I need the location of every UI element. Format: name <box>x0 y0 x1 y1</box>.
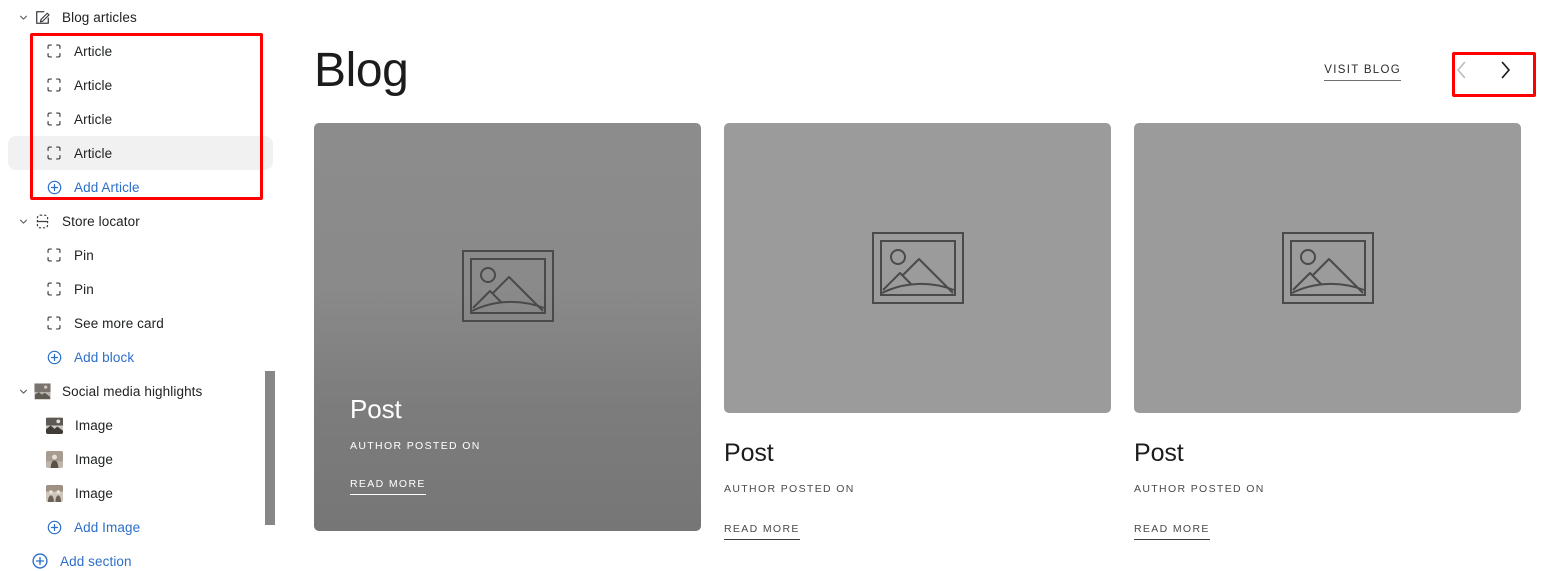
image-placeholder-icon <box>1281 232 1374 304</box>
theme-editor-screen: Blog articles Article Article Article Ar… <box>0 0 1542 571</box>
post-content: Post AUTHOR POSTED ON READ MORE <box>1134 413 1521 540</box>
add-block-button[interactable]: Add block <box>8 340 273 374</box>
sidebar-section-social-media-highlights[interactable]: Social media highlights <box>8 374 273 408</box>
carousel-prev-button[interactable] <box>1447 56 1475 86</box>
read-more-link[interactable]: READ MORE <box>350 478 426 495</box>
sidebar-section-label: Blog articles <box>62 9 137 25</box>
read-more-link[interactable]: READ MORE <box>1134 523 1210 540</box>
post-overlay-content: Post AUTHOR POSTED ON READ MORE <box>350 393 677 495</box>
sidebar-block-label: Pin <box>74 281 94 297</box>
read-more-link[interactable]: READ MORE <box>724 523 800 540</box>
sidebar-block-label: Image <box>75 451 114 467</box>
add-image-label: Add Image <box>74 519 141 535</box>
image-placeholder-icon <box>871 232 964 304</box>
block-icon <box>46 315 62 331</box>
post-title: Post <box>1134 439 1184 467</box>
photo-thumbnail-icon <box>46 484 63 502</box>
chevron-down-icon[interactable] <box>14 382 32 400</box>
sidebar-block-article-1[interactable]: Article <box>8 34 273 68</box>
add-section-label: Add section <box>60 553 132 569</box>
post-title: Post <box>724 439 774 467</box>
sidebar-scrollbar-thumb[interactable] <box>265 371 275 525</box>
add-section-button[interactable]: Add section <box>8 544 273 571</box>
sidebar-block-label: Pin <box>74 247 94 263</box>
sidebar-section-blog-articles[interactable]: Blog articles <box>8 0 273 34</box>
blog-header-actions: VISIT BLOG <box>1324 56 1519 86</box>
sidebar-block-label: Image <box>75 417 114 433</box>
post-content: Post AUTHOR POSTED ON READ MORE <box>724 413 1111 540</box>
block-icon <box>46 43 62 59</box>
add-article-button[interactable]: Add Article <box>8 170 273 204</box>
sidebar-block-image-2[interactable]: Image <box>8 442 273 476</box>
plus-circle-icon <box>32 553 48 569</box>
plus-circle-icon <box>46 349 62 365</box>
block-icon <box>46 145 62 161</box>
sidebar-block-image-3[interactable]: Image <box>8 476 273 510</box>
blog-section-header: Blog VISIT BLOG <box>314 40 1519 102</box>
sections-sidebar: Blog articles Article Article Article Ar… <box>0 0 281 571</box>
add-block-label: Add block <box>74 349 135 365</box>
sidebar-block-article-4[interactable]: Article <box>8 136 273 170</box>
add-image-button[interactable]: Add Image <box>8 510 273 544</box>
sidebar-block-label: Article <box>74 111 113 127</box>
chevron-left-icon <box>1453 59 1470 84</box>
blog-post-card[interactable]: Post AUTHOR POSTED ON READ MORE <box>724 123 1111 540</box>
sidebar-block-pin-1[interactable]: Pin <box>8 238 273 272</box>
post-image-placeholder <box>1134 123 1521 413</box>
block-icon <box>46 281 62 297</box>
sidebar-block-image-1[interactable]: Image <box>8 408 273 442</box>
carousel-next-button[interactable] <box>1491 56 1519 86</box>
post-image-placeholder: Post AUTHOR POSTED ON READ MORE <box>314 123 701 531</box>
post-meta: AUTHOR POSTED ON <box>350 440 481 452</box>
chevron-down-icon[interactable] <box>14 8 32 26</box>
block-icon <box>46 111 62 127</box>
blog-posts-carousel: Post AUTHOR POSTED ON READ MORE Post AUT… <box>314 123 1521 540</box>
chevron-right-icon <box>1497 59 1514 84</box>
sidebar-section-label: Social media highlights <box>62 383 203 399</box>
post-meta: AUTHOR POSTED ON <box>1134 483 1265 495</box>
sidebar-block-pin-2[interactable]: Pin <box>8 272 273 306</box>
add-article-label: Add Article <box>74 179 140 195</box>
plus-circle-icon <box>46 179 62 195</box>
blog-post-card[interactable]: Post AUTHOR POSTED ON READ MORE <box>1134 123 1521 540</box>
sidebar-block-see-more-card[interactable]: See more card <box>8 306 273 340</box>
store-locator-icon <box>32 211 52 231</box>
sidebar-block-label: Image <box>75 485 114 501</box>
block-icon <box>46 247 62 263</box>
sidebar-block-article-2[interactable]: Article <box>8 68 273 102</box>
sidebar-block-label: See more card <box>74 315 164 331</box>
photo-thumbnail-icon <box>46 416 63 434</box>
photo-thumbnail-icon <box>32 381 52 401</box>
sidebar-block-label: Article <box>74 43 113 59</box>
sidebar-block-label: Article <box>74 77 113 93</box>
post-meta: AUTHOR POSTED ON <box>724 483 855 495</box>
page-title: Blog <box>314 44 409 97</box>
section-tree: Blog articles Article Article Article Ar… <box>0 0 281 571</box>
chevron-down-icon[interactable] <box>14 212 32 230</box>
photo-thumbnail-icon <box>46 450 63 468</box>
block-icon <box>46 77 62 93</box>
sidebar-section-label: Store locator <box>62 213 140 229</box>
plus-circle-icon <box>46 519 62 535</box>
sidebar-block-article-3[interactable]: Article <box>8 102 273 136</box>
visit-blog-link[interactable]: VISIT BLOG <box>1324 64 1401 81</box>
image-placeholder-icon <box>461 250 554 322</box>
post-title: Post <box>350 394 402 424</box>
sidebar-block-label: Article <box>74 145 113 161</box>
blog-post-card[interactable]: Post AUTHOR POSTED ON READ MORE <box>314 123 701 540</box>
sidebar-section-store-locator[interactable]: Store locator <box>8 204 273 238</box>
blog-edit-icon <box>32 7 52 27</box>
post-image-placeholder <box>724 123 1111 413</box>
store-preview: Blog VISIT BLOG Post AUTHOR POSTED ON RE… <box>281 0 1542 571</box>
